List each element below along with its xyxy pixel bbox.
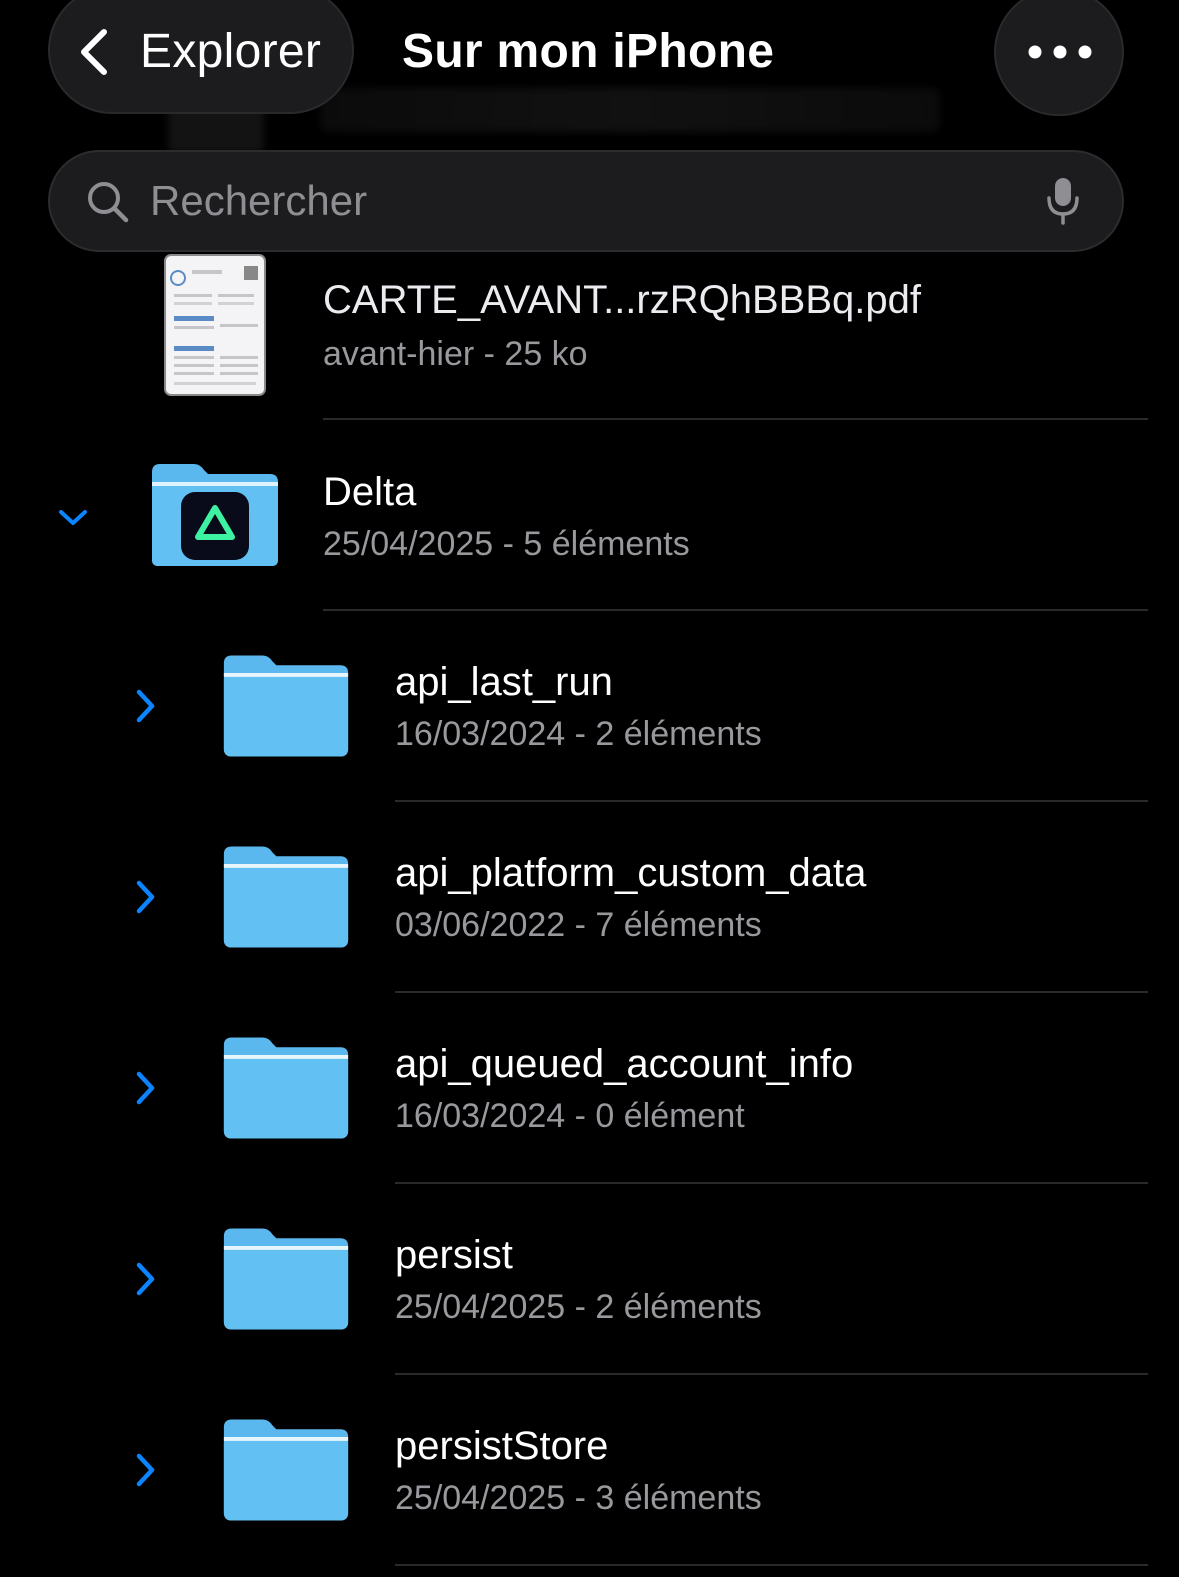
chevron-right-icon[interactable] [134,1452,158,1488]
folder-meta: 25/04/2025 - 2 éléments [395,1288,762,1326]
pdf-thumbnail-icon [164,254,266,396]
folder-name: api_last_run [395,660,613,704]
app-folder-icon [152,464,278,566]
chevron-left-icon [81,29,107,75]
folder-icon [223,846,349,948]
folder-meta: 16/03/2024 - 2 éléments [395,715,762,753]
chevron-right-icon[interactable] [134,879,158,915]
folder-meta: 25/04/2025 - 3 éléments [395,1479,762,1517]
file-name: CARTE_AVANT...rzRQhBBBq.pdf [323,278,921,322]
page-title: Sur mon iPhone [402,25,775,78]
divider [395,1564,1148,1566]
folder-name: persistStore [395,1424,609,1468]
file-meta: avant-hier - 25 ko [323,335,588,373]
back-button-label[interactable]: Explorer [140,24,321,80]
folder-icon [223,655,349,757]
list-item-folder[interactable]: persist 25/04/2025 - 2 éléments [0,1183,1179,1373]
folder-name: api_platform_custom_data [395,851,867,895]
chevron-right-icon[interactable] [134,1070,158,1106]
scrolled-row-ghost [320,88,940,132]
microphone-icon[interactable] [1046,176,1080,226]
list-item-folder[interactable]: api_last_run 16/03/2024 - 2 éléments [0,610,1179,800]
list-item-folder[interactable]: api_queued_account_info 16/03/2024 - 0 él… [0,992,1179,1182]
folder-meta: 03/06/2022 - 7 éléments [395,906,762,944]
chevron-right-icon[interactable] [134,1261,158,1297]
folder-icon [223,1228,349,1330]
folder-name: persist [395,1233,513,1277]
list-item-folder[interactable]: persistStore 25/04/2025 - 3 éléments [0,1374,1179,1564]
folder-meta: 25/04/2025 - 5 éléments [323,525,690,563]
folder-icon [223,1419,349,1521]
chevron-down-icon[interactable] [58,508,88,528]
folder-name: api_queued_account_info [395,1042,854,1086]
folder-meta: 16/03/2024 - 0 élément [395,1097,745,1135]
list-item-file[interactable]: CARTE_AVANT...rzRQhBBBq.pdf avant-hier -… [0,252,1179,420]
list-item-folder-delta[interactable]: Delta 25/04/2025 - 5 éléments [0,420,1179,610]
search-icon [88,182,129,223]
ellipsis-icon [1028,45,1092,59]
list-item-folder[interactable]: api_platform_custom_data 03/06/2022 - 7 é… [0,801,1179,991]
folder-name: Delta [323,470,417,514]
folder-icon [223,1037,349,1139]
chevron-right-icon[interactable] [134,688,158,724]
search-input[interactable]: Rechercher [150,176,367,226]
